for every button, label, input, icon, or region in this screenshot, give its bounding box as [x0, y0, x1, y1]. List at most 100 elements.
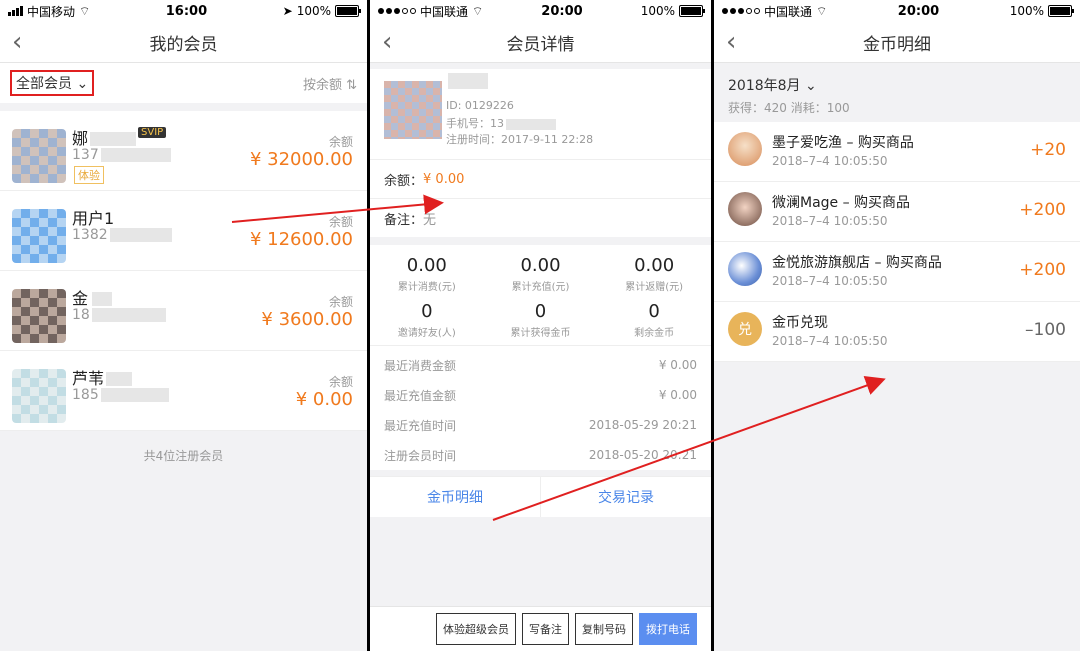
- wifi-icon: ⌔: [472, 3, 484, 18]
- detail-row: 最近充值金额 ¥ 0.00: [370, 380, 711, 410]
- coin-details-screen: 中国联通 ⌔ 20:00 100% ‹ 金币明细 2018年8月 ⌄ 获得：42…: [714, 0, 1080, 651]
- sort-label: 按余额: [302, 77, 342, 93]
- avatar: [728, 132, 762, 166]
- status-bar: 中国联通 ⌔ 20:00 100%: [370, 0, 711, 22]
- transaction-row[interactable]: 墨子爱吃渔 – 购买商品 2018–7–4 10:05:50 +20: [714, 122, 1080, 182]
- member-detail-screen: 中国联通 ⌔ 20:00 100% ‹ 会员详情 ID: 0129226 手机号…: [370, 0, 711, 651]
- member-filter-dropdown[interactable]: 全部会员 ⌄: [10, 70, 95, 96]
- stat-coins-earned: 0 累计获得金币: [510, 301, 571, 339]
- status-bar: 中国移动 ⌔ 16:00 ➤ 100%: [0, 0, 367, 22]
- transaction-title: 微澜Mage – 购买商品: [772, 195, 911, 211]
- back-icon[interactable]: ‹: [726, 22, 736, 62]
- transaction-amount: +200: [1019, 260, 1066, 280]
- sort-by-balance-button[interactable]: 按余额 ⇅: [303, 74, 357, 93]
- balance-label: 余额：: [384, 173, 424, 189]
- status-bar: 中国联通 ⌔ 20:00 100%: [714, 0, 1080, 22]
- member-name: 金: [72, 289, 89, 308]
- stat-invited-friends: 0 邀请好友(人): [397, 301, 456, 339]
- avatar: [728, 192, 762, 226]
- nav-bar: ‹ 金币明细: [714, 22, 1080, 63]
- battery-percent: 100%: [296, 4, 331, 18]
- transaction-title: 金币兑现: [772, 315, 828, 331]
- stats-grid: 0.00 累计消费(元) 0.00 累计充值(元) 0.00 累计返赠(元) 0 邀请好…: [370, 245, 711, 345]
- carrier: 中国移动: [27, 4, 76, 19]
- signal-icon: [378, 8, 416, 14]
- remark-value: 无: [423, 212, 437, 228]
- remark-row: 备注： 无: [370, 198, 711, 237]
- battery-percent: 100%: [640, 4, 675, 18]
- transaction-amount: +20: [1030, 140, 1066, 160]
- avatar: [728, 252, 762, 286]
- month-picker[interactable]: 2018年8月 ⌄: [728, 75, 1066, 95]
- carrier: 中国联通: [764, 4, 813, 19]
- remark-label: 备注：: [384, 212, 424, 228]
- member-balance: ¥ 12600.00: [249, 229, 353, 250]
- member-id: ID: 0129226: [446, 99, 514, 112]
- tab-coin-details[interactable]: 金币明细: [370, 477, 540, 517]
- wifi-icon: ⌔: [816, 3, 828, 18]
- member-name: 娜: [72, 129, 89, 148]
- transaction-time: 2018–7–4 10:05:50: [772, 334, 888, 348]
- transaction-time: 2018–7–4 10:05:50: [772, 154, 888, 168]
- filter-label: 全部会员: [16, 76, 72, 92]
- member-phone: 185: [72, 387, 169, 403]
- member-phone: 手机号：13: [446, 115, 556, 131]
- back-icon[interactable]: ‹: [382, 22, 392, 62]
- member-name: 用户1: [72, 209, 115, 228]
- avatar: [12, 289, 66, 343]
- member-balance: ¥ 3600.00: [261, 309, 353, 330]
- transaction-time: 2018–7–4 10:05:50: [772, 274, 888, 288]
- balance-label: 余额: [328, 215, 353, 229]
- page-title: 金币明细: [863, 34, 931, 55]
- signal-icon: [8, 6, 23, 16]
- call-button[interactable]: 拨打电话: [639, 613, 697, 645]
- sort-icon: ⇅: [346, 77, 357, 93]
- member-list-screen: 中国移动 ⌔ 16:00 ➤ 100% ‹ 我的会员 全部会员 ⌄ 按余额 ⇅ …: [0, 0, 367, 651]
- member-balance: ¥ 32000.00: [249, 149, 353, 170]
- member-row[interactable]: 金 18 余额 ¥ 3600.00: [0, 271, 367, 351]
- back-icon[interactable]: ‹: [12, 22, 22, 62]
- battery-icon: [1048, 5, 1074, 17]
- transaction-row[interactable]: 微澜Mage – 购买商品 2018–7–4 10:05:50 +200: [714, 182, 1080, 242]
- battery-icon: [679, 5, 705, 17]
- chevron-down-icon: ⌄: [76, 76, 89, 92]
- battery-icon: [335, 5, 361, 17]
- transaction-title: 金悦旅游旗舰店 – 购买商品: [772, 255, 942, 271]
- member-count-note: 共4位注册会员: [143, 449, 224, 463]
- member-row[interactable]: 用户1 1382 余额 ¥ 12600.00: [0, 191, 367, 271]
- tab-transactions[interactable]: 交易记录: [540, 477, 711, 517]
- register-time: 注册时间：2017-9-11 22:28: [446, 133, 594, 146]
- chevron-down-icon: ⌄: [805, 78, 817, 94]
- balance-label: 余额: [328, 135, 353, 149]
- member-name: 芦苇: [72, 369, 105, 388]
- wifi-icon: ⌔: [79, 3, 91, 18]
- avatar: [12, 129, 66, 183]
- write-remark-button[interactable]: 写备注: [522, 613, 569, 645]
- detail-tabs: 金币明细 交易记录: [370, 476, 711, 517]
- member-row[interactable]: 芦苇 185 余额 ¥ 0.00: [0, 351, 367, 431]
- action-bar: 体验超级会员 写备注 复制号码 拨打电话: [370, 606, 711, 651]
- location-icon: ➤: [282, 4, 293, 18]
- member-profile: ID: 0129226 手机号：13 注册时间：2017-9-11 22:28: [370, 69, 711, 159]
- stat-total-spent: 0.00 累计消费(元): [397, 255, 456, 293]
- try-super-member-button[interactable]: 体验超级会员: [436, 613, 516, 645]
- month-summary: 2018年8月 ⌄ 获得：420 消耗：100: [714, 63, 1080, 122]
- member-phone: 137: [72, 147, 171, 163]
- transaction-amount: –100: [1025, 320, 1066, 340]
- page-title: 会员详情: [506, 34, 575, 55]
- coin-exchange-icon: 兑: [728, 312, 762, 346]
- transaction-row[interactable]: 金悦旅游旗舰店 – 购买商品 2018–7–4 10:05:50 +200: [714, 242, 1080, 302]
- transaction-amount: +200: [1019, 200, 1066, 220]
- member-row[interactable]: 娜 SVIP 137 体验 余额 ¥ 32000.00: [0, 111, 367, 191]
- copy-number-button[interactable]: 复制号码: [575, 613, 633, 645]
- transaction-title: 墨子爱吃渔 – 购买商品: [772, 135, 914, 151]
- detail-row: 注册会员时间 2018-05-20 20:21: [370, 440, 711, 470]
- balance-label: 余额: [328, 295, 353, 309]
- carrier: 中国联通: [420, 4, 469, 19]
- transaction-row[interactable]: 兑 金币兑现 2018–7–4 10:05:50 –100: [714, 302, 1080, 362]
- clock: 16:00: [165, 3, 208, 19]
- avatar: [12, 209, 66, 263]
- clock: 20:00: [897, 3, 940, 19]
- nav-bar: ‹ 会员详情: [370, 22, 711, 63]
- nav-bar: ‹ 我的会员: [0, 22, 367, 63]
